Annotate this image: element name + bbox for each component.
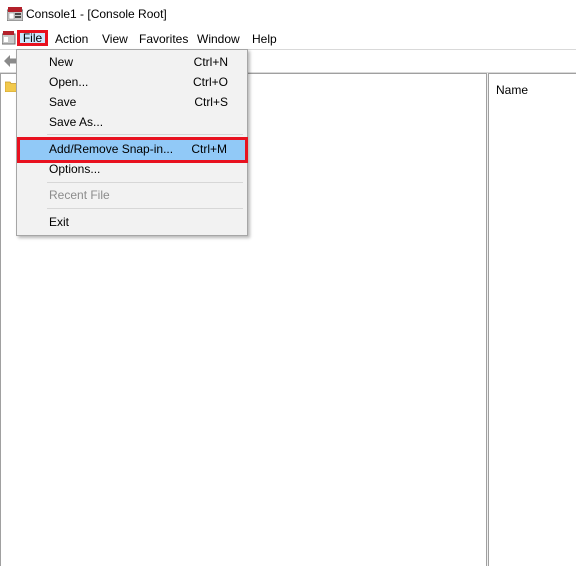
file-menu-exit[interactable]: Exit xyxy=(18,212,246,232)
file-menu-new[interactable]: New Ctrl+N xyxy=(18,52,246,72)
menu-bar: File Action View Favorites Window Help xyxy=(0,28,576,50)
back-arrow-icon[interactable] xyxy=(3,54,17,68)
file-menu-save-label: Save xyxy=(49,95,77,109)
file-menu-open-label: Open... xyxy=(49,75,89,89)
mmc-app-icon xyxy=(7,7,23,21)
file-menu-exit-label: Exit xyxy=(49,215,70,229)
file-menu-open[interactable]: Open... Ctrl+O xyxy=(18,72,246,92)
file-menu-recent-file: Recent File xyxy=(18,185,246,205)
mmc-menubar-icon[interactable] xyxy=(2,31,16,45)
menu-separator xyxy=(47,134,243,135)
file-menu-add-remove-snap-in-label: Add/Remove Snap-in... xyxy=(49,142,174,156)
file-menu-options[interactable]: Options... xyxy=(18,159,246,179)
file-menu-dropdown: New Ctrl+N Open... Ctrl+O Save Ctrl+S Sa… xyxy=(16,49,248,236)
file-menu-new-label: New xyxy=(49,55,74,69)
file-menu-recent-file-label: Recent File xyxy=(49,188,110,202)
menu-view[interactable]: View xyxy=(102,31,128,47)
file-menu-save-as-label: Save As... xyxy=(49,115,104,129)
file-menu-open-shortcut: Ctrl+O xyxy=(192,75,228,89)
file-menu-save-shortcut: Ctrl+S xyxy=(194,95,228,109)
results-pane[interactable]: Name xyxy=(489,73,576,566)
mmc-console-window: Console1 - [Console Root] File Action Vi… xyxy=(0,0,576,566)
menu-separator xyxy=(47,208,243,209)
menu-separator xyxy=(47,182,243,183)
column-header-name[interactable]: Name xyxy=(496,83,528,97)
menu-window[interactable]: Window xyxy=(197,31,240,47)
file-menu-add-remove-snap-in-shortcut: Ctrl+M xyxy=(191,142,227,156)
file-menu-new-shortcut: Ctrl+N xyxy=(193,55,228,69)
title-bar: Console1 - [Console Root] xyxy=(0,0,576,28)
window-title: Console1 - [Console Root] xyxy=(26,7,167,21)
menu-help[interactable]: Help xyxy=(252,31,277,47)
menu-action[interactable]: Action xyxy=(55,31,88,47)
file-menu-save[interactable]: Save Ctrl+S xyxy=(18,92,246,112)
menu-favorites[interactable]: Favorites xyxy=(139,31,188,47)
file-menu-save-as[interactable]: Save As... xyxy=(18,112,246,132)
file-menu-options-label: Options... xyxy=(49,162,101,176)
menu-file[interactable]: File xyxy=(17,30,48,46)
